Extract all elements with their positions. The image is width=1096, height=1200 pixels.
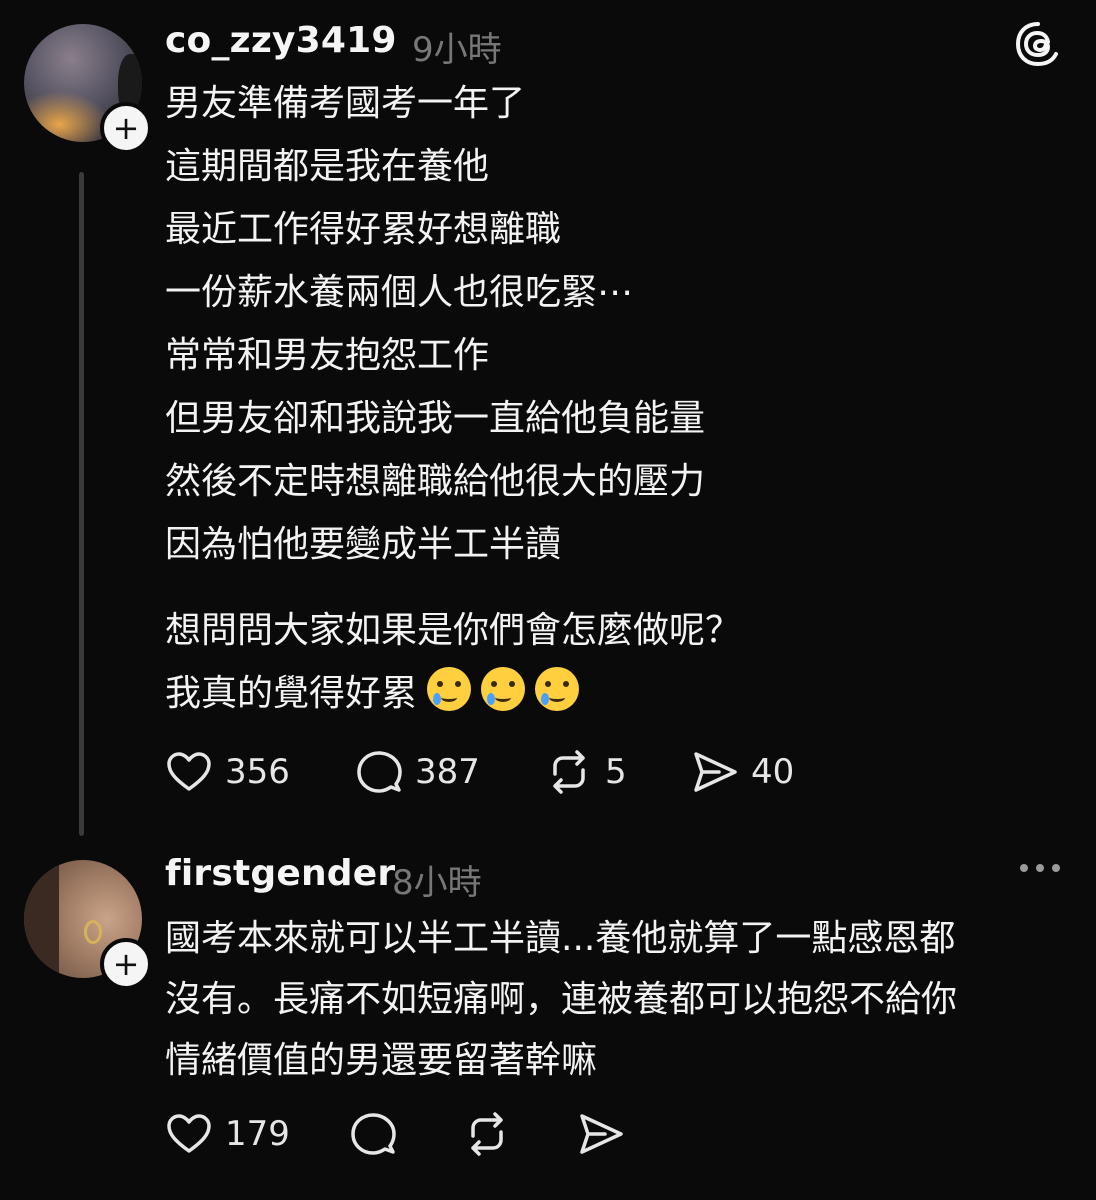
- share-button[interactable]: 40: [691, 748, 794, 796]
- comment-icon: [351, 1113, 396, 1155]
- post-actions: 356 387 5 40: [165, 748, 794, 796]
- reply-line: 沒有。長痛不如短痛啊，連被養都可以抱怨不給你: [165, 979, 958, 1020]
- repost-count: 5: [605, 752, 627, 792]
- crying-face-emoji: [481, 667, 526, 711]
- reply-username[interactable]: firstgender: [165, 853, 395, 894]
- post-line: 常常和男友抱怨工作: [165, 335, 490, 376]
- repost-button[interactable]: 5: [545, 748, 691, 796]
- comment-count: 387: [415, 752, 480, 792]
- repost-icon: [471, 1112, 503, 1156]
- threads-logo-icon[interactable]: [1014, 20, 1062, 68]
- like-button[interactable]: 356: [165, 748, 355, 796]
- thread-connector-line: [79, 172, 84, 836]
- follow-plus-icon[interactable]: +: [100, 938, 152, 990]
- reply-actions: 179: [165, 1110, 625, 1158]
- heart-icon: [167, 1114, 211, 1153]
- post-line: 然後不定時想離職給他很大的壓力: [165, 461, 706, 502]
- post-body: 男友準備考國考一年了 這期間都是我在養他 最近工作得好累好想離職 一份薪水養兩個…: [165, 72, 705, 576]
- post-line: 男友準備考國考一年了: [165, 83, 526, 124]
- post-line: 一份薪水養兩個人也很吃緊⋯: [165, 272, 634, 313]
- post-line: 但男友卻和我說我一直給他負能量: [165, 398, 706, 439]
- post-body-paragraph-2: 想問問大家如果是你們會怎麼做呢？ 我真的覺得好累: [165, 599, 741, 725]
- repost-button[interactable]: [463, 1110, 577, 1158]
- post-line: 最近工作得好累好想離職: [165, 209, 562, 250]
- post-line: 因為怕他要變成半工半讀: [165, 524, 562, 565]
- repost-icon: [553, 750, 585, 794]
- share-icon: [580, 1114, 623, 1154]
- comment-button[interactable]: [349, 1110, 463, 1158]
- post-timestamp: 9小時: [412, 30, 502, 70]
- post-line: 我真的覺得好累: [165, 673, 418, 714]
- share-icon: [694, 752, 737, 792]
- follow-plus-icon[interactable]: +: [100, 102, 152, 154]
- like-count: 179: [225, 1114, 290, 1154]
- reply-timestamp: 8小時: [392, 863, 482, 903]
- heart-icon: [167, 752, 211, 791]
- post-username[interactable]: co_zzy3419: [165, 20, 397, 61]
- share-count: 40: [751, 752, 795, 792]
- crying-face-emoji: [535, 667, 580, 711]
- reply-line: 情緒價值的男還要留著幹嘛: [165, 1040, 598, 1081]
- reply-line: 國考本來就可以半工半讀...養他就算了一點感恩都: [165, 918, 956, 959]
- post-line-with-emoji: 我真的覺得好累: [165, 662, 741, 725]
- post-line: 這期間都是我在養他: [165, 146, 490, 187]
- more-icon[interactable]: [1016, 858, 1064, 878]
- like-button[interactable]: 179: [165, 1110, 349, 1158]
- post-line: 想問問大家如果是你們會怎麼做呢？: [165, 610, 742, 651]
- crying-face-emoji: [427, 667, 472, 711]
- like-count: 356: [225, 752, 290, 792]
- share-button[interactable]: [577, 1110, 625, 1158]
- reply-body: 國考本來就可以半工半讀...養他就算了一點感恩都 沒有。長痛不如短痛啊，連被養都…: [165, 908, 957, 1091]
- comment-button[interactable]: 387: [355, 748, 545, 796]
- comment-icon: [357, 751, 402, 793]
